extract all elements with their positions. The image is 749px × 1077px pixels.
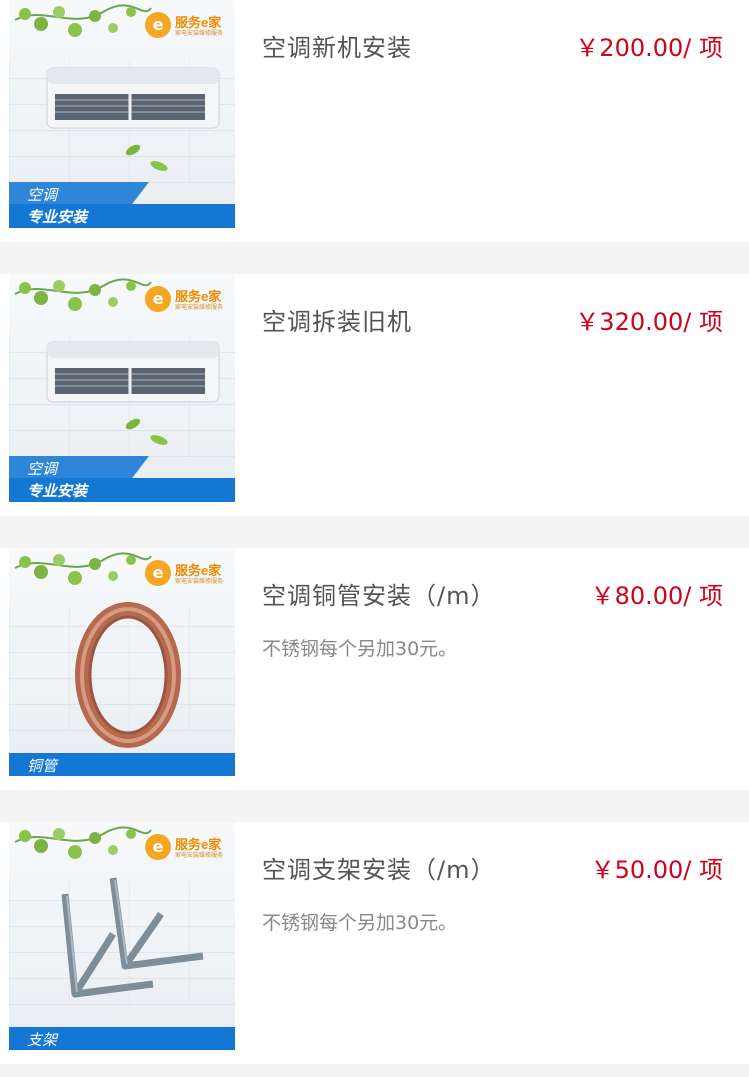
banner-service: 专业安装 — [27, 482, 88, 500]
service-item-ac-new-install[interactable]: e 服务e家 家电安装维修服务 空调 专业安装 空调新机安装 ￥200.00/ … — [0, 0, 749, 242]
item-divider — [0, 516, 749, 548]
brand-e-icon: e — [145, 560, 171, 586]
product-thumbnail[interactable]: e 服务e家 家电安装维修服务 铜管 — [9, 548, 235, 776]
air-conditioner-icon — [46, 67, 220, 129]
brand-e-icon: e — [145, 12, 171, 38]
brand-tagline: 家电安装维修服务 — [175, 578, 224, 585]
leaves-decoration-icon — [125, 144, 168, 171]
service-item-bracket[interactable]: e 服务e家 家电安装维修服务 支架 空调支架安装（/m） ￥50.00/ 项 … — [0, 822, 749, 1064]
brand-e-icon: e — [145, 286, 171, 312]
brand-logo: e 服务e家 家电安装维修服务 — [145, 558, 235, 588]
service-item-ac-old-removal[interactable]: e 服务e家 家电安装维修服务 空调 专业安装 空调拆装旧机 ￥320.00/ … — [0, 274, 749, 516]
product-thumbnail[interactable]: e 服务e家 家电安装维修服务 空调 专业安装 — [9, 0, 235, 228]
leaves-decoration-icon — [125, 418, 168, 445]
item-divider — [0, 790, 749, 822]
copper-pipe-coil-icon — [75, 602, 181, 748]
brand-logo: e 服务e家 家电安装维修服务 — [145, 10, 235, 40]
service-note: 不锈钢每个另加30元。 — [262, 912, 458, 934]
brand-logo: e 服务e家 家电安装维修服务 — [145, 284, 235, 314]
brand-logo: e 服务e家 家电安装维修服务 — [145, 832, 235, 862]
banner-service: 专业安装 — [27, 208, 88, 226]
item-divider — [0, 1064, 749, 1077]
product-thumbnail[interactable]: e 服务e家 家电安装维修服务 支架 — [9, 822, 235, 1050]
brand-tagline: 家电安装维修服务 — [175, 30, 224, 37]
service-title[interactable]: 空调拆装旧机 — [262, 302, 412, 337]
service-price: ￥80.00/ 项 — [590, 582, 723, 610]
vine-decoration-icon — [14, 4, 152, 37]
brand-e-icon: e — [145, 834, 171, 860]
ac-bracket-icon — [61, 877, 204, 998]
air-conditioner-icon — [46, 341, 220, 403]
service-price: ￥200.00/ 项 — [575, 34, 723, 62]
service-title[interactable]: 空调新机安装 — [262, 28, 412, 63]
service-title[interactable]: 空调支架安装（/m） — [262, 850, 495, 885]
product-thumbnail[interactable]: e 服务e家 家电安装维修服务 空调 专业安装 — [9, 274, 235, 502]
banner-category: 铜管 — [27, 757, 58, 775]
vine-decoration-icon — [14, 826, 152, 859]
banner-category: 空调 — [27, 186, 58, 204]
vine-decoration-icon — [14, 552, 152, 585]
vine-decoration-icon — [14, 278, 152, 311]
banner-category: 支架 — [27, 1031, 58, 1049]
service-title[interactable]: 空调铜管安装（/m） — [262, 576, 495, 611]
item-divider — [0, 242, 749, 274]
brand-tagline: 家电安装维修服务 — [175, 304, 224, 311]
banner-category: 空调 — [27, 460, 58, 478]
service-item-copper-pipe[interactable]: e 服务e家 家电安装维修服务 铜管 空调铜管安装（/m） ￥80.00/ 项 … — [0, 548, 749, 790]
service-note: 不锈钢每个另加30元。 — [262, 638, 458, 660]
service-price: ￥320.00/ 项 — [575, 308, 723, 336]
brand-tagline: 家电安装维修服务 — [175, 852, 224, 859]
service-price: ￥50.00/ 项 — [590, 856, 723, 884]
